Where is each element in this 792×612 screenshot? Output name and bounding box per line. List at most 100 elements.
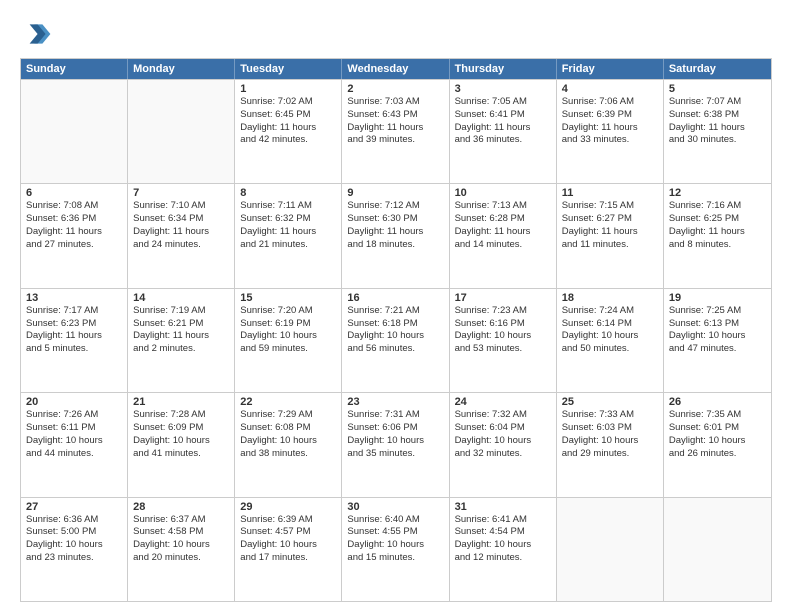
cell-line: Sunset: 5:00 PM bbox=[26, 526, 122, 539]
cell-line: and 30 minutes. bbox=[669, 134, 766, 147]
cell-line: Daylight: 10 hours bbox=[562, 330, 658, 343]
cell-line: Sunset: 6:30 PM bbox=[347, 213, 443, 226]
calendar-cell-2-1: 14Sunrise: 7:19 AMSunset: 6:21 PMDayligh… bbox=[128, 289, 235, 392]
cell-line: Sunset: 4:58 PM bbox=[133, 526, 229, 539]
calendar-cell-4-3: 30Sunrise: 6:40 AMSunset: 4:55 PMDayligh… bbox=[342, 498, 449, 601]
day-number: 15 bbox=[240, 292, 336, 304]
day-number: 16 bbox=[347, 292, 443, 304]
cell-line: and 14 minutes. bbox=[455, 239, 551, 252]
calendar-row-1: 6Sunrise: 7:08 AMSunset: 6:36 PMDaylight… bbox=[21, 183, 771, 287]
day-number: 5 bbox=[669, 83, 766, 95]
day-number: 6 bbox=[26, 187, 122, 199]
cell-line: Sunset: 4:54 PM bbox=[455, 526, 551, 539]
calendar-cell-3-2: 22Sunrise: 7:29 AMSunset: 6:08 PMDayligh… bbox=[235, 393, 342, 496]
cell-line: Sunset: 6:09 PM bbox=[133, 422, 229, 435]
day-number: 11 bbox=[562, 187, 658, 199]
cell-line: and 59 minutes. bbox=[240, 343, 336, 356]
cell-line: Sunset: 6:13 PM bbox=[669, 318, 766, 331]
day-number: 10 bbox=[455, 187, 551, 199]
cell-line: and 56 minutes. bbox=[347, 343, 443, 356]
cell-line: Sunset: 4:57 PM bbox=[240, 526, 336, 539]
cell-line: and 53 minutes. bbox=[455, 343, 551, 356]
day-number: 25 bbox=[562, 396, 658, 408]
calendar-cell-4-5 bbox=[557, 498, 664, 601]
cell-line: Sunrise: 7:26 AM bbox=[26, 409, 122, 422]
cell-line: Sunset: 6:39 PM bbox=[562, 109, 658, 122]
cell-line: Sunrise: 7:11 AM bbox=[240, 200, 336, 213]
cell-line: and 26 minutes. bbox=[669, 448, 766, 461]
cell-line: and 23 minutes. bbox=[26, 552, 122, 565]
cell-line: Sunset: 6:43 PM bbox=[347, 109, 443, 122]
cell-line: Sunset: 6:45 PM bbox=[240, 109, 336, 122]
cell-line: Sunset: 6:01 PM bbox=[669, 422, 766, 435]
cell-line: Sunrise: 6:36 AM bbox=[26, 514, 122, 527]
header-day-friday: Friday bbox=[557, 59, 664, 79]
header-day-sunday: Sunday bbox=[21, 59, 128, 79]
cell-line: and 41 minutes. bbox=[133, 448, 229, 461]
cell-line: Sunset: 6:18 PM bbox=[347, 318, 443, 331]
calendar-cell-0-3: 2Sunrise: 7:03 AMSunset: 6:43 PMDaylight… bbox=[342, 80, 449, 183]
cell-line: Daylight: 10 hours bbox=[669, 435, 766, 448]
cell-line: Daylight: 11 hours bbox=[133, 226, 229, 239]
calendar-cell-2-0: 13Sunrise: 7:17 AMSunset: 6:23 PMDayligh… bbox=[21, 289, 128, 392]
logo-icon bbox=[20, 18, 52, 50]
cell-line: Sunrise: 7:28 AM bbox=[133, 409, 229, 422]
cell-line: Sunrise: 7:07 AM bbox=[669, 96, 766, 109]
cell-line: and 8 minutes. bbox=[669, 239, 766, 252]
calendar-cell-0-2: 1Sunrise: 7:02 AMSunset: 6:45 PMDaylight… bbox=[235, 80, 342, 183]
cell-line: and 33 minutes. bbox=[562, 134, 658, 147]
page: SundayMondayTuesdayWednesdayThursdayFrid… bbox=[0, 0, 792, 612]
cell-line: Sunrise: 7:17 AM bbox=[26, 305, 122, 318]
calendar-row-0: 1Sunrise: 7:02 AMSunset: 6:45 PMDaylight… bbox=[21, 79, 771, 183]
day-number: 30 bbox=[347, 501, 443, 513]
cell-line: Daylight: 10 hours bbox=[240, 330, 336, 343]
cell-line: and 2 minutes. bbox=[133, 343, 229, 356]
cell-line: Sunrise: 6:40 AM bbox=[347, 514, 443, 527]
cell-line: Daylight: 10 hours bbox=[455, 539, 551, 552]
cell-line: Daylight: 11 hours bbox=[562, 122, 658, 135]
cell-line: Sunset: 6:06 PM bbox=[347, 422, 443, 435]
calendar-cell-3-0: 20Sunrise: 7:26 AMSunset: 6:11 PMDayligh… bbox=[21, 393, 128, 496]
header-day-thursday: Thursday bbox=[450, 59, 557, 79]
header bbox=[20, 18, 772, 50]
cell-line: Sunset: 6:28 PM bbox=[455, 213, 551, 226]
cell-line: Sunrise: 7:20 AM bbox=[240, 305, 336, 318]
header-day-saturday: Saturday bbox=[664, 59, 771, 79]
day-number: 19 bbox=[669, 292, 766, 304]
cell-line: Daylight: 11 hours bbox=[347, 122, 443, 135]
cell-line: Sunrise: 7:02 AM bbox=[240, 96, 336, 109]
cell-line: Sunrise: 6:37 AM bbox=[133, 514, 229, 527]
cell-line: Daylight: 10 hours bbox=[669, 330, 766, 343]
cell-line: Sunset: 6:21 PM bbox=[133, 318, 229, 331]
cell-line: Daylight: 11 hours bbox=[669, 226, 766, 239]
cell-line: and 39 minutes. bbox=[347, 134, 443, 147]
cell-line: Daylight: 11 hours bbox=[669, 122, 766, 135]
cell-line: Sunrise: 7:33 AM bbox=[562, 409, 658, 422]
cell-line: Sunset: 6:23 PM bbox=[26, 318, 122, 331]
day-number: 21 bbox=[133, 396, 229, 408]
cell-line: Daylight: 10 hours bbox=[240, 435, 336, 448]
cell-line: Sunset: 6:41 PM bbox=[455, 109, 551, 122]
cell-line: and 36 minutes. bbox=[455, 134, 551, 147]
cell-line: Sunrise: 7:35 AM bbox=[669, 409, 766, 422]
cell-line: Sunrise: 7:16 AM bbox=[669, 200, 766, 213]
calendar-cell-0-5: 4Sunrise: 7:06 AMSunset: 6:39 PMDaylight… bbox=[557, 80, 664, 183]
cell-line: Daylight: 11 hours bbox=[455, 226, 551, 239]
cell-line: Daylight: 10 hours bbox=[347, 435, 443, 448]
cell-line: Daylight: 10 hours bbox=[455, 435, 551, 448]
calendar-cell-4-1: 28Sunrise: 6:37 AMSunset: 4:58 PMDayligh… bbox=[128, 498, 235, 601]
day-number: 12 bbox=[669, 187, 766, 199]
calendar-cell-4-4: 31Sunrise: 6:41 AMSunset: 4:54 PMDayligh… bbox=[450, 498, 557, 601]
cell-line: Sunrise: 7:03 AM bbox=[347, 96, 443, 109]
calendar-cell-3-3: 23Sunrise: 7:31 AMSunset: 6:06 PMDayligh… bbox=[342, 393, 449, 496]
calendar-cell-3-5: 25Sunrise: 7:33 AMSunset: 6:03 PMDayligh… bbox=[557, 393, 664, 496]
cell-line: Daylight: 10 hours bbox=[562, 435, 658, 448]
day-number: 20 bbox=[26, 396, 122, 408]
calendar-cell-0-6: 5Sunrise: 7:07 AMSunset: 6:38 PMDaylight… bbox=[664, 80, 771, 183]
cell-line: Daylight: 11 hours bbox=[562, 226, 658, 239]
cell-line: Sunset: 6:04 PM bbox=[455, 422, 551, 435]
calendar-cell-3-4: 24Sunrise: 7:32 AMSunset: 6:04 PMDayligh… bbox=[450, 393, 557, 496]
cell-line: Daylight: 11 hours bbox=[26, 330, 122, 343]
cell-line: Sunset: 6:11 PM bbox=[26, 422, 122, 435]
cell-line: Daylight: 10 hours bbox=[133, 435, 229, 448]
